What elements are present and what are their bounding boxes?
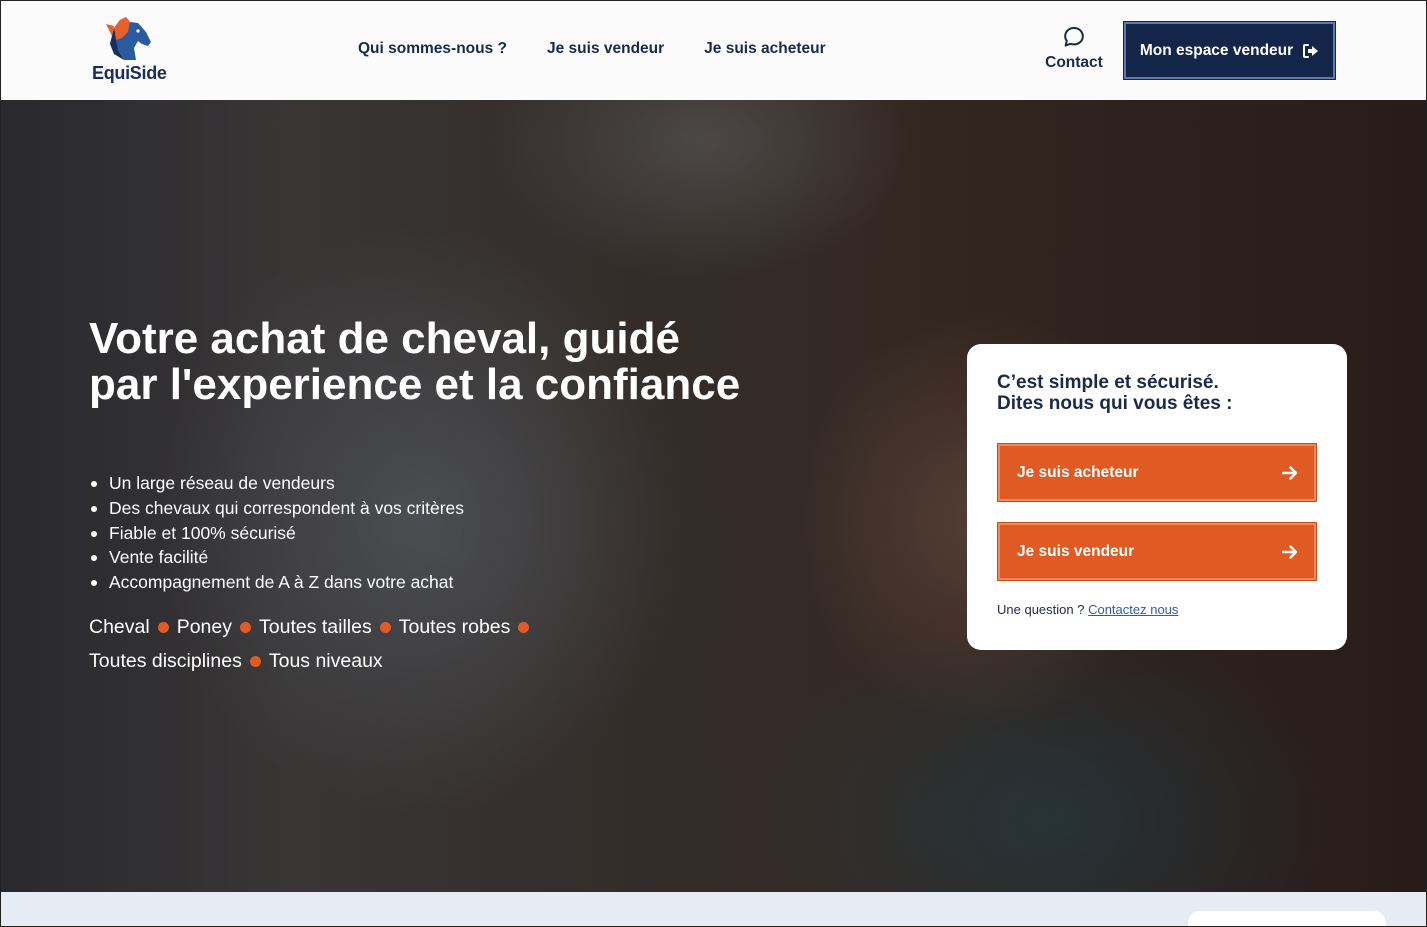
nav-item-about[interactable]: Qui sommes-nous ?: [358, 40, 507, 58]
seller-space-button[interactable]: Mon espace vendeur: [1123, 21, 1336, 80]
arrow-right-icon: [1282, 544, 1298, 559]
contact-label: Contact: [1045, 54, 1103, 71]
orange-dot-icon: [518, 621, 530, 633]
orange-dot-icon: [157, 621, 169, 633]
hero-section: Votre achat de cheval, guidé par l'exper…: [0, 100, 1427, 892]
profile-choice-card: C’est simple et sécurisé. Dites nous qui…: [967, 344, 1347, 650]
tag-item: Toutes disciplines: [89, 649, 269, 673]
list-item: Accompagnement de A à Z dans votre achat: [89, 570, 464, 595]
arrow-right-icon: [1282, 465, 1298, 480]
question-text: Une question ?: [997, 602, 1085, 617]
tag-item: Cheval: [89, 615, 177, 639]
buyer-button-label: Je suis acheteur: [1017, 463, 1139, 481]
nav-item-seller[interactable]: Je suis vendeur: [547, 40, 664, 58]
card-footer: Une question ? Contactez nous: [997, 602, 1178, 617]
buyer-button[interactable]: Je suis acheteur: [997, 443, 1317, 502]
tag-label: Toutes robes: [398, 616, 511, 638]
tag-label: Toutes tailles: [259, 616, 372, 638]
contact-us-link[interactable]: Contactez nous: [1088, 602, 1178, 617]
seller-space-label: Mon espace vendeur: [1139, 41, 1294, 59]
tag-item: Toutes tailles: [259, 615, 399, 639]
logo[interactable]: EquiSide: [92, 14, 168, 86]
horse-head-logo-icon: [106, 17, 151, 60]
tag-label: Tous niveaux: [268, 650, 383, 672]
hero-tags: Cheval Poney Toutes tailles Toutes robes…: [89, 615, 569, 673]
hero-title: Votre achat de cheval, guidé par l'exper…: [89, 314, 741, 409]
list-item: Un large réseau de vendeurs: [89, 471, 464, 496]
card-title-line-2: Dites nous qui vous êtes :: [997, 393, 1233, 414]
tag-item: Tous niveaux: [269, 649, 383, 673]
list-item: Fiable et 100% sécurisé: [89, 521, 464, 546]
next-section-strip: [0, 892, 1427, 927]
logo-text: EquiSide: [92, 63, 167, 83]
tag-item: Toutes robes: [399, 615, 538, 639]
main-nav: Qui sommes-nous ? Je suis vendeur Je sui…: [358, 40, 826, 58]
contact-link[interactable]: Contact: [1040, 26, 1108, 76]
seller-button-label: Je suis vendeur: [1017, 542, 1135, 560]
list-item: Vente facilité: [89, 545, 464, 570]
orange-dot-icon: [249, 655, 261, 667]
hero-benefits-list: Un large réseau de vendeurs Des chevaux …: [89, 471, 464, 595]
orange-dot-icon: [240, 621, 251, 633]
tag-label: Poney: [176, 616, 232, 638]
list-item: Des chevaux qui correspondent à vos crit…: [89, 496, 464, 521]
next-section-card: [1188, 911, 1386, 927]
nav-item-buyer[interactable]: Je suis acheteur: [704, 40, 825, 58]
tag-label: Cheval: [89, 616, 150, 638]
card-title-line-1: C’est simple et sécurisé.: [997, 372, 1219, 393]
tag-item: Poney: [177, 615, 259, 639]
site-header: EquiSide Qui sommes-nous ? Je suis vende…: [0, 0, 1427, 100]
sign-out-icon: [1303, 43, 1319, 58]
seller-button[interactable]: Je suis vendeur: [997, 522, 1317, 581]
orange-dot-icon: [379, 621, 391, 633]
card-title: C’est simple et sécurisé. Dites nous qui…: [997, 372, 1232, 414]
tag-label: Toutes disciplines: [89, 650, 242, 672]
chat-bubble-icon: [1064, 27, 1084, 47]
